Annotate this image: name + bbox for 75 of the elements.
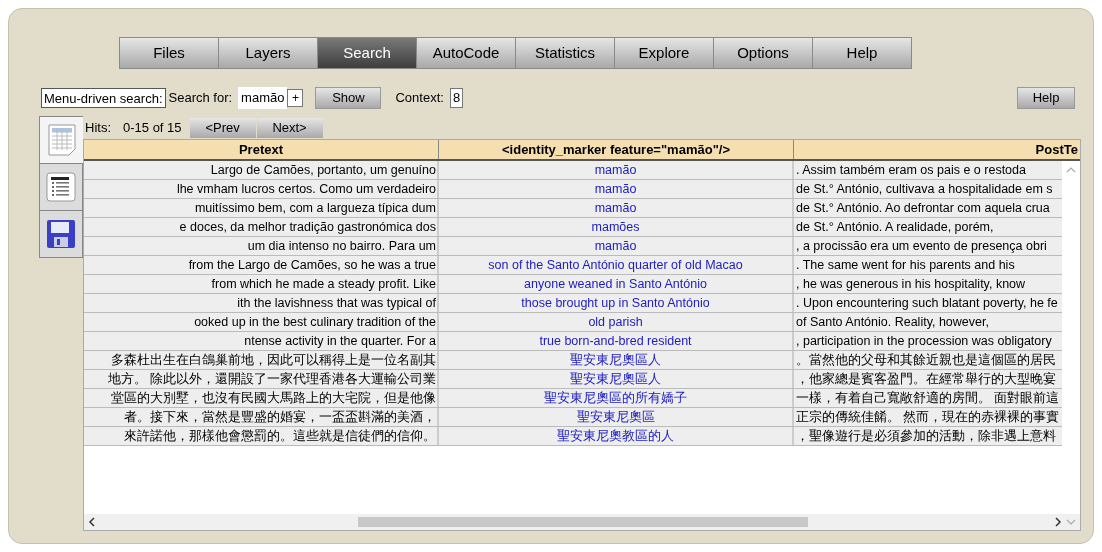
context-field[interactable]: 8 [449, 88, 464, 108]
table-cell: lhe vmham lucros certos. Como um verdadeiro [84, 180, 439, 198]
column-header[interactable]: <identity_marker feature="mamão"/> [439, 140, 794, 159]
help-button[interactable]: Help [1017, 87, 1075, 109]
menu-tab[interactable]: AutoCode [416, 37, 516, 69]
table-cell: ，聖像遊行是必須參加的活動，除非遇上意料 [794, 427, 1062, 445]
side-tool-button[interactable] [39, 210, 83, 258]
menu-tab[interactable]: Help [812, 37, 912, 69]
table-cell: mamão [439, 237, 794, 255]
table-cell: , a procissão era um evento de presença obri [794, 237, 1062, 255]
add-term-button[interactable]: + [287, 89, 304, 107]
menu-tab[interactable]: Layers [218, 37, 318, 69]
table-cell: 聖安東尼奧教區的人 [439, 427, 794, 445]
menu-tab[interactable]: Options [713, 37, 813, 69]
table-cell: 聖安東尼奧區人 [439, 351, 794, 369]
search-field[interactable]: mamão [238, 87, 288, 109]
table-cell: de St.° António. Ao defrontar com aquela crua [794, 199, 1062, 217]
table-cell: from the Largo de Camões, so he was a true [84, 256, 439, 274]
horizontal-scrollbar[interactable] [84, 514, 1080, 530]
menu-tab[interactable]: Explore [614, 37, 714, 69]
scroll-right-icon[interactable] [1054, 517, 1062, 527]
table-cell: 來許諾他，那樣他會懲罰的。這些就是信徒們的信仰。 [84, 427, 439, 445]
table-cell: Largo de Camões, portanto, um genuíno [84, 161, 439, 179]
hits-label: Hits: [85, 119, 111, 138]
table-cell: muitíssimo bem, com a largueza típica dum [84, 199, 439, 217]
summary-list-icon [46, 172, 76, 202]
table-cell: 一樣，有着自己寬敞舒適的房間。 面對眼前這 [794, 389, 1062, 407]
prev-button[interactable]: <Prev [189, 118, 256, 138]
table-cell: . Assim também eram os pais e o restoda [794, 161, 1062, 179]
show-button[interactable]: Show [315, 87, 382, 109]
table-cell: 多森杜出生在白鴿巢前地，因此可以稱得上是一位名副其 [84, 351, 439, 369]
table-cell: 。當然他的父母和其餘近親也是這個區的居民 [794, 351, 1062, 369]
menu-tab[interactable]: Statistics [515, 37, 615, 69]
table-cell: mamões [439, 218, 794, 236]
table-cell: those brought up in Santo António [439, 294, 794, 312]
table-cell: . Upon encountering such blatant poverty, he fe [794, 294, 1062, 312]
context-label: Context: [395, 89, 444, 108]
table-cell: mamão [439, 180, 794, 198]
table-cell: ntense activity in the quarter. For a [84, 332, 439, 350]
table-cell: 地方。 除此以外，還開設了一家代理香港各大運輸公司業 [84, 370, 439, 388]
table-cell: true born-and-bred resident [439, 332, 794, 350]
hits-count: 0-15 of 15 [123, 119, 182, 138]
table-cell: e doces, da melhor tradição gastronómica dos [84, 218, 439, 236]
table-cell: old parish [439, 313, 794, 331]
side-tool-button[interactable] [39, 163, 83, 211]
table-cell: 堂區的大別墅，也沒有民國大馬路上的大宅院，但是他像 [84, 389, 439, 407]
next-button[interactable]: Next> [256, 118, 323, 138]
table-cell: , participation in the procession was obligatory [794, 332, 1062, 350]
table-cell: ooked up in the best culinary tradition of the [84, 313, 439, 331]
scroll-left-icon[interactable] [88, 517, 96, 527]
table-cell: 聖安東尼奧區的所有嬌子 [439, 389, 794, 407]
table-cell: 聖安東尼奧區人 [439, 370, 794, 388]
spreadsheet-icon [46, 123, 77, 157]
table-cell: mamão [439, 161, 794, 179]
table-cell: anyone weaned in Santo António [439, 275, 794, 293]
table-cell: de St.° António. A realidade, porém, [794, 218, 1062, 236]
table-cell: um dia intenso no bairro. Para um [84, 237, 439, 255]
menu-tab[interactable]: Files [119, 37, 219, 69]
table-cell: son of the Santo António quarter of old Macao [439, 256, 794, 274]
table-cell: mamão [439, 199, 794, 217]
menu-tab[interactable]: Search [317, 37, 417, 69]
table-cell: de St.° António, cultivava a hospitalidade em s [794, 180, 1062, 198]
table-cell: 者。接下來，當然是豐盛的婚宴，一盃盃斟滿的美酒， [84, 408, 439, 426]
table-cell: ，他家總是賓客盈門。在經常舉行的大型晚宴 [794, 370, 1062, 388]
table-cell: 正宗的傳統佳餚。 然而，現在的赤裸裸的事實 [794, 408, 1062, 426]
table-cell: . The same went for his parents and his [794, 256, 1062, 274]
table-cell: from which he made a steady profit. Like [84, 275, 439, 293]
table-cell: 聖安東尼奧區 [439, 408, 794, 426]
table-cell: of Santo António. Reality, however, [794, 313, 1062, 331]
column-header[interactable]: PostTe [794, 140, 1080, 159]
search-mode-button[interactable]: Menu-driven search: [41, 88, 166, 108]
table-cell: , he was generous in his hospitality, know [794, 275, 1062, 293]
search-label: Search for: [168, 89, 233, 108]
column-header[interactable]: Pretext [84, 140, 439, 159]
table-cell: ith the lavishness that was typical of [84, 294, 439, 312]
